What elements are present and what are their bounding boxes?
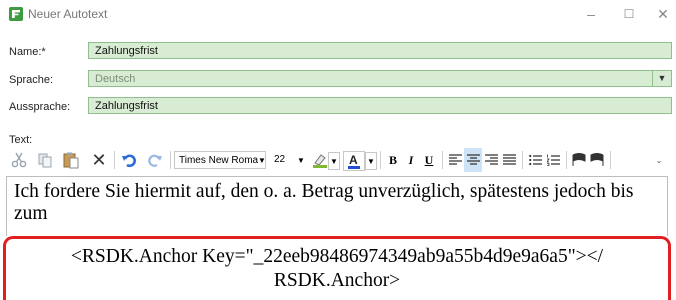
bullet-list-icon[interactable]	[526, 148, 544, 172]
svg-text:A: A	[349, 153, 358, 167]
chevron-down-icon[interactable]: ▼	[365, 152, 377, 170]
toolbar-separator	[442, 151, 443, 169]
highlight-color-icon[interactable]	[310, 148, 330, 172]
sprache-value: Deutsch	[95, 73, 136, 85]
text-label: Text:	[9, 134, 33, 146]
maximize-button[interactable]: ☐	[618, 4, 640, 24]
justify-icon[interactable]	[500, 148, 518, 172]
undo-icon[interactable]	[118, 148, 140, 172]
toolbar-separator	[380, 151, 381, 169]
anchor-text: <RSDK.Anchor Key="_22eeb98486974349ab9a5…	[70, 246, 604, 267]
align-left-icon[interactable]	[446, 148, 464, 172]
delete-icon[interactable]: ✕	[88, 148, 110, 172]
italic-button[interactable]: I	[402, 148, 420, 172]
flag-icon[interactable]	[588, 148, 606, 172]
formatting-toolbar: ✕ Times New Roma ▼ 22 ▼ ▼ A ▼ B I U ⌄	[6, 148, 668, 172]
cut-icon[interactable]	[8, 148, 30, 172]
chevron-down-icon[interactable]: ▼	[652, 70, 671, 87]
redo-icon[interactable]	[144, 148, 166, 172]
chevron-down-icon[interactable]: ▼	[296, 148, 306, 172]
chevron-down-icon[interactable]: ▼	[328, 152, 340, 170]
font-family-combo[interactable]: Times New Roma	[174, 151, 266, 169]
font-family-value: Times New Roma	[179, 155, 259, 166]
toolbar-separator	[566, 151, 567, 169]
numbered-list-icon[interactable]	[544, 148, 562, 172]
underline-button[interactable]: U	[420, 148, 438, 172]
sprache-dropdown[interactable]: Deutsch ▼	[88, 70, 672, 87]
app-icon	[9, 7, 23, 21]
sprache-label: Sprache:	[9, 74, 54, 86]
name-label: Name:*	[9, 46, 46, 58]
text-editor[interactable]: Ich fordere Sie hiermit auf, den o. a. B…	[6, 176, 668, 236]
toolbar-overflow-icon[interactable]: ⌄	[652, 148, 666, 172]
font-color-icon[interactable]: A	[343, 151, 365, 171]
align-right-icon[interactable]	[482, 148, 500, 172]
toolbar-separator	[170, 151, 171, 169]
editor-line: zum	[14, 203, 48, 224]
flag-icon[interactable]	[570, 148, 588, 172]
anchor-text: RSDK.Anchor>	[273, 270, 401, 291]
bold-button[interactable]: B	[384, 148, 402, 172]
align-center-icon[interactable]	[464, 148, 482, 172]
copy-icon[interactable]	[34, 148, 56, 172]
toolbar-separator	[610, 151, 611, 169]
font-size-value: 22	[274, 154, 286, 165]
aussprache-label: Aussprache:	[9, 101, 71, 113]
toolbar-separator	[114, 151, 115, 169]
aussprache-field[interactable]: Zahlungsfrist	[88, 97, 672, 114]
close-button[interactable]: ✕	[652, 4, 674, 24]
chevron-down-icon[interactable]: ▼	[257, 148, 267, 172]
title-bar: Neuer Autotext – ☐ ✕	[0, 0, 676, 28]
paste-icon[interactable]	[60, 148, 82, 172]
anchor-highlight: <RSDK.Anchor Key="_22eeb98486974349ab9a5…	[3, 236, 671, 300]
editor-line: Ich fordere Sie hiermit auf, den o. a. B…	[14, 181, 634, 202]
window-title: Neuer Autotext	[28, 7, 108, 21]
minimize-button[interactable]: –	[580, 4, 602, 24]
toolbar-separator	[522, 151, 523, 169]
name-field[interactable]: Zahlungsfrist	[88, 42, 672, 59]
